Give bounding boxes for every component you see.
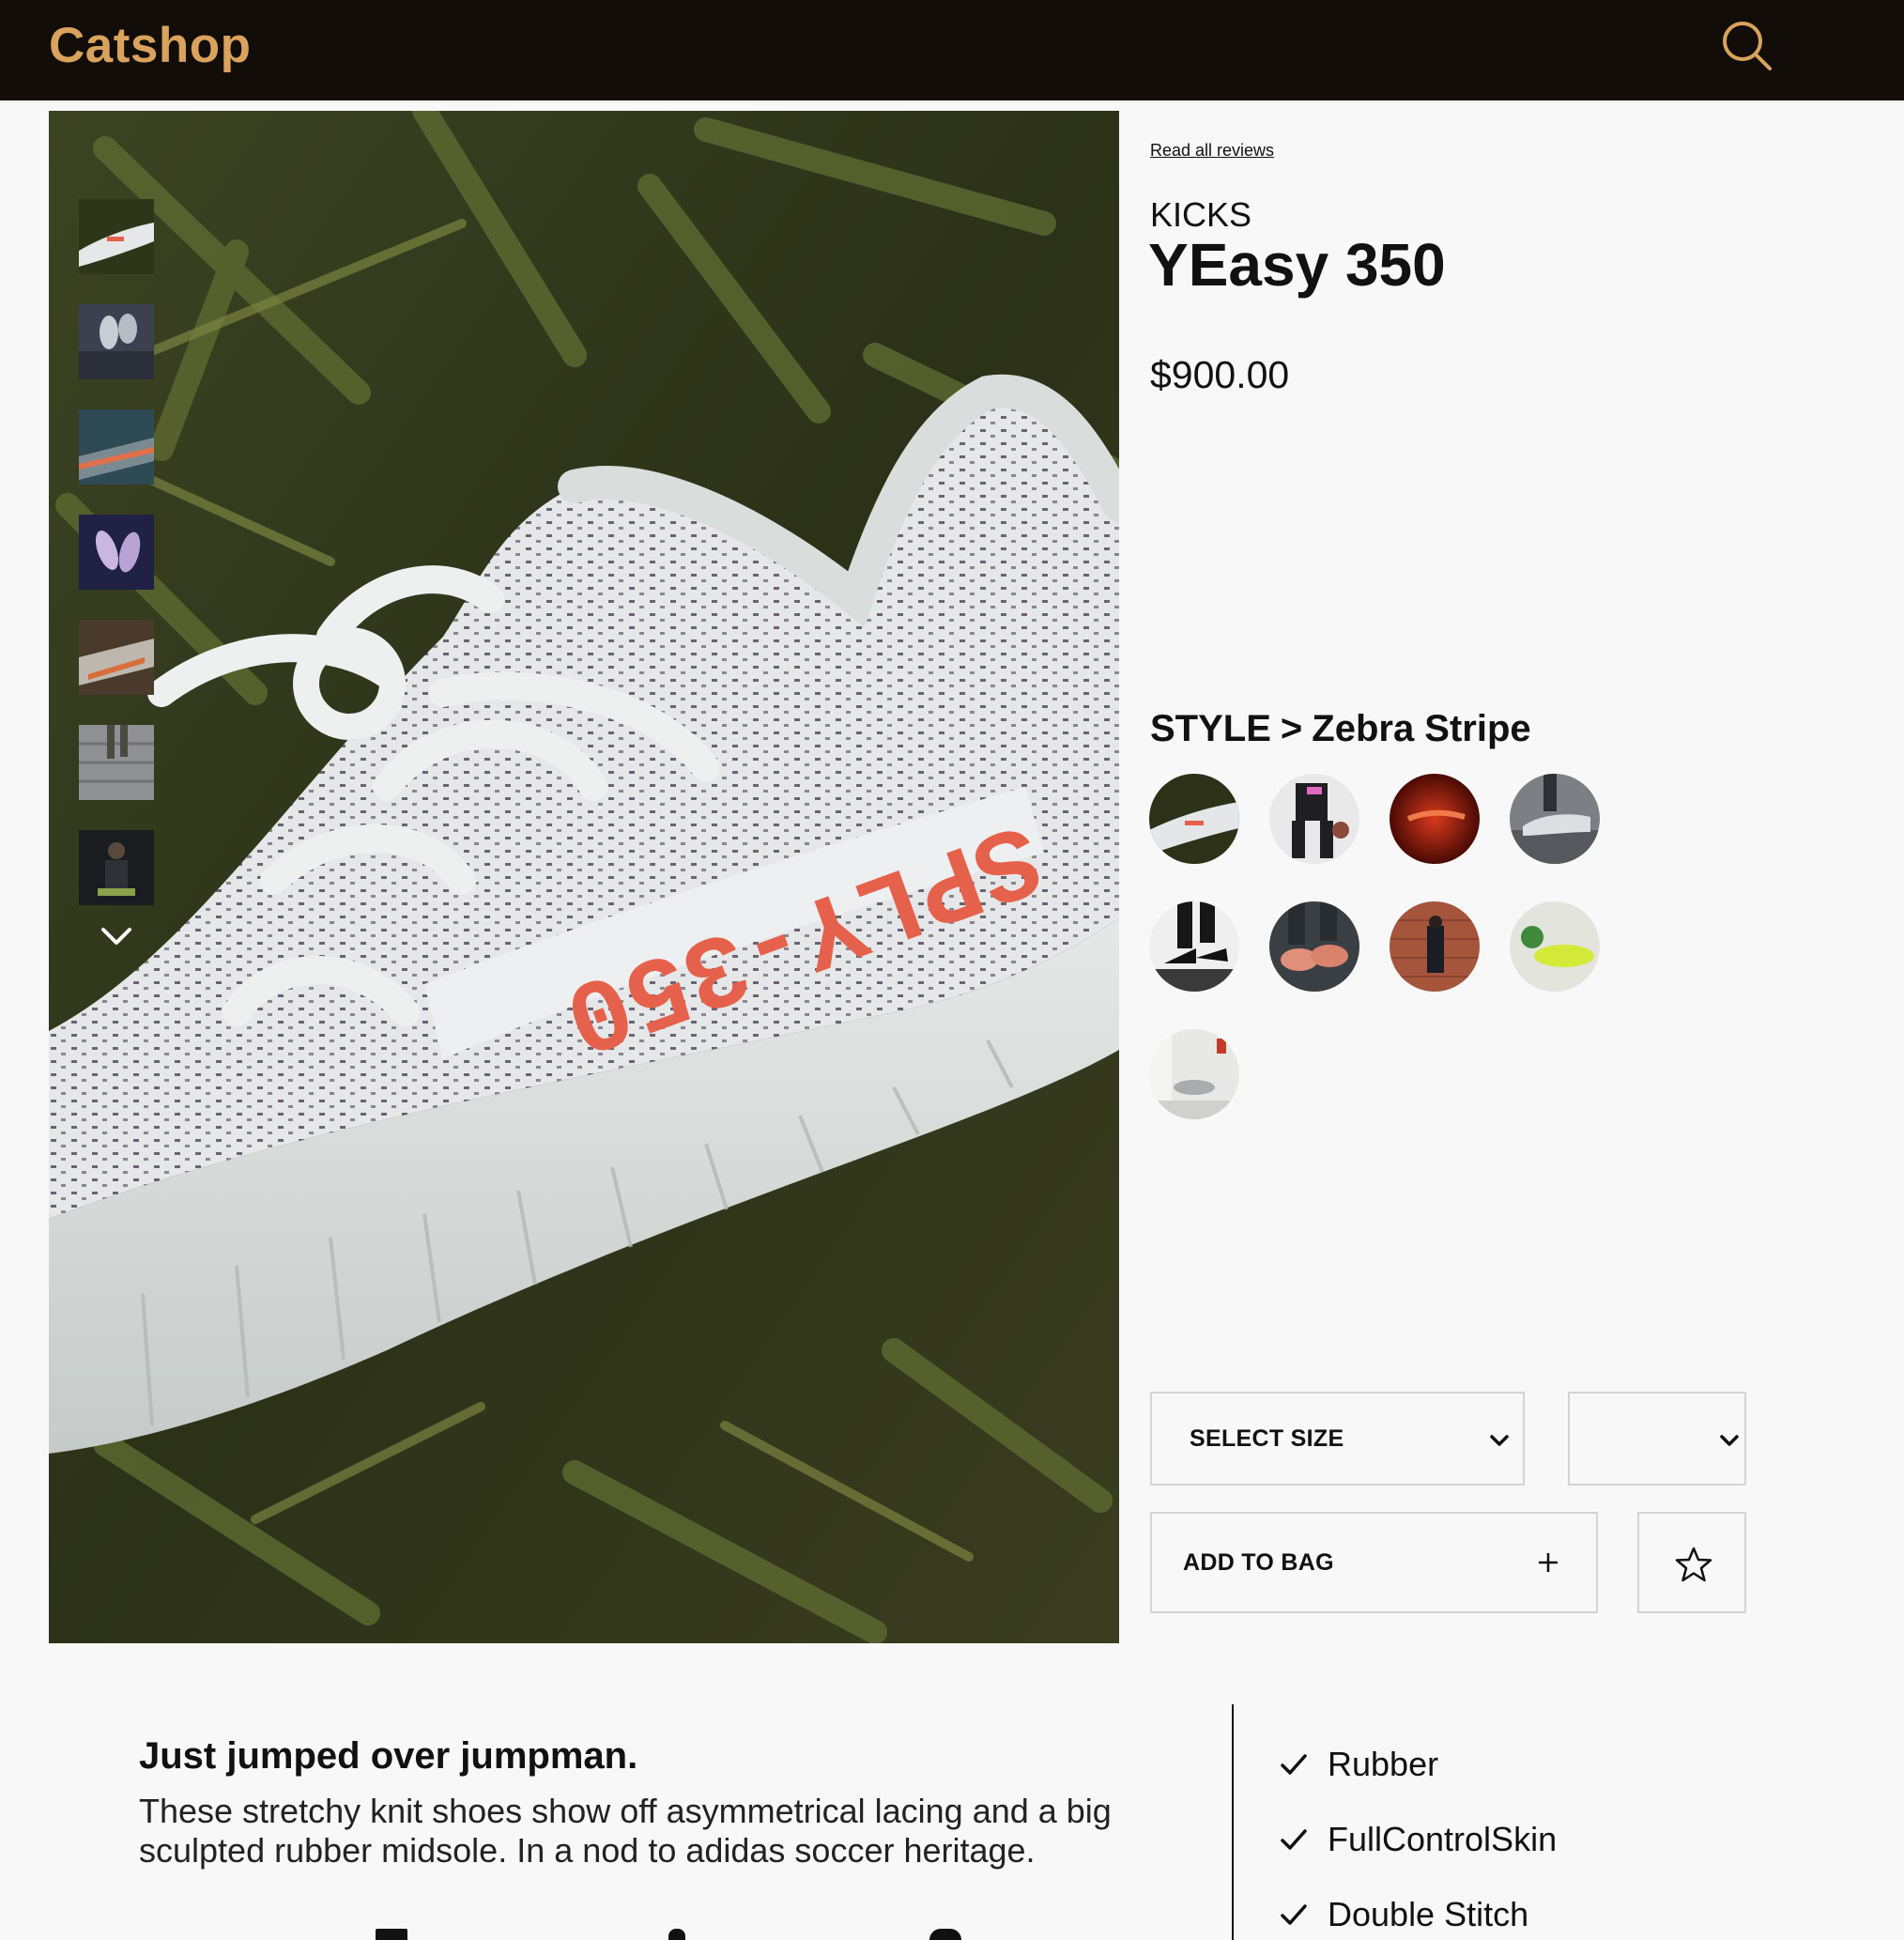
thumbnail[interactable] [79,830,154,905]
thumbnail[interactable] [79,725,154,800]
select-size-label: SELECT SIZE [1190,1425,1344,1452]
thumb-sneakers-purple [79,515,154,590]
product-brand: KICKS [1150,195,1252,234]
style-label: STYLE > Zebra Stripe [1150,708,1531,750]
thumbnail[interactable] [79,620,154,695]
star-icon [1675,1547,1712,1582]
thumb-sneaker-ferns [79,199,154,274]
check-icon [1281,1754,1307,1775]
divider [1232,1704,1234,1940]
search-icon [1723,22,1772,70]
favorite-button[interactable] [1637,1512,1746,1613]
style-separator: > [1280,708,1303,749]
logo[interactable]: Catshop [49,17,252,74]
thumb-legs-stairs [79,725,154,800]
check-icon [1281,1829,1307,1850]
select-size-dropdown[interactable]: SELECT SIZE [1150,1392,1525,1486]
feature-item: FullControlSkin [1279,1820,1557,1859]
thumb-sneakers-pair-dark [79,304,154,379]
thumb-sneakers-orange-stripe [79,409,154,485]
thumbnail[interactable] [79,409,154,485]
style-swatch-orange-pair[interactable] [1269,901,1359,992]
style-swatch-grey-room[interactable] [1149,1029,1239,1119]
style-name: Zebra Stripe [1312,708,1531,749]
style-swatch-grey-street[interactable] [1510,774,1600,864]
product-price: $900.00 [1150,353,1290,396]
add-to-bag-button[interactable]: ADD TO BAG [1150,1512,1598,1613]
thumbnail[interactable] [79,304,154,379]
chevron-down-icon [1720,1435,1739,1446]
feature-label: FullControlSkin [1328,1820,1558,1858]
style-swatch-yellow-green[interactable] [1510,901,1600,992]
chevron-down-icon [1490,1435,1509,1446]
feature-item: Double Stitch [1279,1895,1528,1934]
search-button[interactable] [1720,19,1774,73]
check-icon [1281,1904,1307,1925]
main-product-image[interactable]: SPLY-350 [49,111,1119,1643]
partial-icon [929,1929,961,1940]
add-to-bag-label: ADD TO BAG [1183,1549,1334,1576]
thumb-person-sitting [79,830,154,905]
style-swatch-red-glow[interactable] [1390,774,1480,864]
feature-label: Double Stitch [1328,1895,1529,1933]
partial-icon [376,1929,407,1940]
thumbnail[interactable] [79,199,154,274]
style-swatch-black-pink[interactable] [1269,774,1359,864]
style-swatch-black-boots[interactable] [1149,901,1239,992]
select-quantity-dropdown[interactable] [1568,1392,1746,1486]
description-text: These stretchy knit shoes show off asymm… [139,1792,1112,1870]
feature-label: Rubber [1328,1745,1439,1783]
feature-item: Rubber [1279,1745,1438,1784]
thumbnail-scroll-down[interactable] [98,922,135,950]
style-swatch-zebra-stripe[interactable] [1149,774,1239,864]
plus-icon [1539,1553,1558,1572]
top-header: Catshop [0,0,1904,100]
product-title: YEasy 350 [1148,231,1446,299]
chevron-down-icon [101,928,131,945]
style-prefix: STYLE [1150,708,1271,749]
description-title: Just jumped over jumpman. [139,1735,638,1777]
read-reviews-link[interactable]: Read all reviews [1150,141,1274,161]
thumbnail[interactable] [79,515,154,590]
style-swatch-brick-wall[interactable] [1390,901,1480,992]
thumb-sneakers-rocks [79,620,154,695]
partial-icon [668,1929,685,1940]
